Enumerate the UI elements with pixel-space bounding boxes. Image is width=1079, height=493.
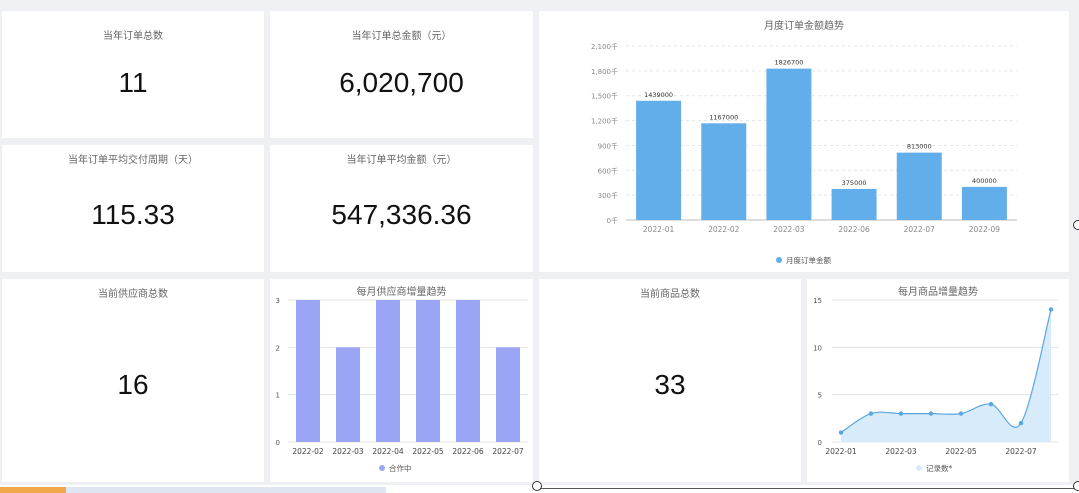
resize-handle[interactable] — [532, 481, 542, 491]
data-label: 1167000 — [709, 113, 738, 121]
data-label: 813000 — [907, 143, 932, 151]
kpi-title: 当年订单平均交付周期（天） — [68, 155, 198, 166]
legend-label: 月度订单金额 — [786, 255, 831, 265]
y-tick-label: 2,100千 — [591, 42, 618, 51]
y-tick-label: 5 — [818, 392, 822, 400]
data-label: 375000 — [842, 179, 867, 187]
kpi-title: 当年订单总金额（元） — [351, 31, 452, 42]
kpi-title: 当前供应商总数 — [98, 289, 168, 300]
bar — [336, 347, 360, 442]
bar — [416, 300, 440, 442]
y-tick-label: 0 — [276, 439, 280, 447]
bar — [496, 347, 520, 442]
legend-label: 合作中 — [389, 463, 412, 473]
kpi-value: 6,020,700 — [339, 67, 464, 98]
bar — [831, 188, 877, 220]
x-tick-label: 2022-09 — [969, 225, 1001, 234]
bar — [376, 300, 400, 442]
x-tick-label: 2022-07 — [492, 447, 524, 456]
data-label: 400000 — [972, 177, 997, 185]
y-tick-label: 900千 — [598, 141, 618, 150]
data-point — [958, 411, 964, 416]
y-tick-label: 2 — [276, 344, 280, 352]
x-tick-label: 2022-05 — [412, 447, 444, 456]
x-tick-label: 2022-07 — [904, 225, 936, 234]
y-tick-label: 1,500千 — [591, 92, 618, 101]
legend-marker — [379, 465, 385, 471]
kpi-card-avg-delivery: 当年订单平均交付周期（天） 115.33 — [2, 145, 264, 272]
data-point — [1018, 420, 1024, 426]
bar — [766, 68, 812, 220]
x-tick-label: 2022-04 — [372, 447, 404, 456]
x-tick-label: 2022-03 — [773, 225, 805, 234]
bar — [636, 100, 682, 220]
data-point — [868, 411, 874, 416]
data-point — [898, 411, 904, 416]
data-label: 1439000 — [644, 91, 673, 99]
bar — [456, 300, 480, 442]
y-tick-label: 0千 — [607, 216, 618, 225]
kpi-value: 33 — [654, 369, 686, 400]
kpi-title: 当年订单平均金额（元） — [346, 155, 457, 166]
y-tick-label: 1 — [276, 392, 280, 400]
kpi-card-supplier-count: 当前供应商总数 16 — [2, 279, 264, 482]
kpi-value: 11 — [118, 67, 148, 98]
kpi-card-order-count: 当年订单总数 11 — [2, 11, 264, 138]
data-point — [988, 401, 994, 407]
data-point — [838, 430, 844, 435]
kpi-value: 16 — [117, 369, 149, 400]
resize-handle[interactable] — [1073, 220, 1079, 230]
y-tick-label: 15 — [813, 297, 822, 305]
x-tick-label: 2022-06 — [452, 447, 484, 456]
x-tick-label: 2022-07 — [1005, 447, 1037, 456]
legend-label: 记录数* — [926, 463, 952, 473]
y-tick-label: 3 — [276, 297, 280, 305]
chart-card-supplier-growth: 每月供应商增量趋势 0 1 2 3 2022-02 2022-03 2022-04 2022-… — [270, 279, 533, 482]
legend-marker — [916, 465, 922, 471]
kpi-title: 当年订单总数 — [103, 31, 163, 42]
chart-card-monthly-amount: 月度订单金额趋势 0千 300千 600千 900千 1,200千 1,500千 1,800… — [539, 11, 1069, 272]
bar — [296, 300, 320, 442]
y-tick-label: 0 — [818, 439, 822, 447]
kpi-card-product-count: 当前商品总数 33 — [539, 279, 801, 482]
y-tick-label: 300千 — [598, 191, 618, 200]
y-tick-label: 1,800千 — [591, 67, 618, 76]
x-tick-label: 2022-02 — [292, 447, 324, 456]
y-tick-label: 10 — [813, 344, 822, 352]
x-tick-label: 2022-01 — [643, 225, 675, 234]
monthly-amount-chart: 0千 300千 600千 900千 1,200千 1,500千 1,800千 2,100千 14… — [591, 42, 1017, 265]
supplier-growth-chart: 0 1 2 3 2022-02 2022-03 2022-04 2022-05 2022-06 2… — [276, 297, 528, 473]
scrollbar-track-highlight — [66, 487, 386, 493]
legend-marker — [776, 257, 782, 263]
bar — [961, 186, 1007, 220]
data-label: 1826700 — [774, 59, 803, 67]
x-tick-label: 2022-06 — [838, 225, 870, 234]
kpi-card-order-amount: 当年订单总金额（元） 6,020,700 — [270, 11, 533, 138]
resize-handle[interactable] — [1073, 481, 1079, 491]
resize-guide-line — [536, 488, 1079, 489]
y-tick-label: 600千 — [598, 166, 618, 175]
kpi-title: 当前商品总数 — [640, 289, 700, 300]
product-growth-chart: 0 5 10 15 2022-01 2022-03 2022-05 2022-07 记录数* — [813, 297, 1059, 473]
kpi-value: 115.33 — [91, 199, 175, 230]
x-tick-label: 2022-02 — [708, 225, 740, 234]
data-point — [1048, 307, 1054, 312]
bar — [896, 152, 942, 220]
chart-card-product-growth: 每月商品增量趋势 0 5 10 15 2022-01 2022-03 2022-05 2022… — [807, 279, 1069, 482]
x-tick-label: 2022-03 — [332, 447, 364, 456]
kpi-value: 547,336.36 — [331, 199, 472, 230]
bar — [701, 123, 747, 220]
y-tick-label: 1,200千 — [591, 117, 618, 126]
x-tick-label: 2022-01 — [825, 447, 857, 456]
scrollbar-thumb[interactable] — [0, 487, 66, 493]
x-tick-label: 2022-05 — [945, 447, 977, 456]
kpi-card-avg-amount: 当年订单平均金额（元） 547,336.36 — [270, 145, 533, 272]
x-tick-label: 2022-03 — [885, 447, 917, 456]
data-point — [928, 411, 934, 416]
